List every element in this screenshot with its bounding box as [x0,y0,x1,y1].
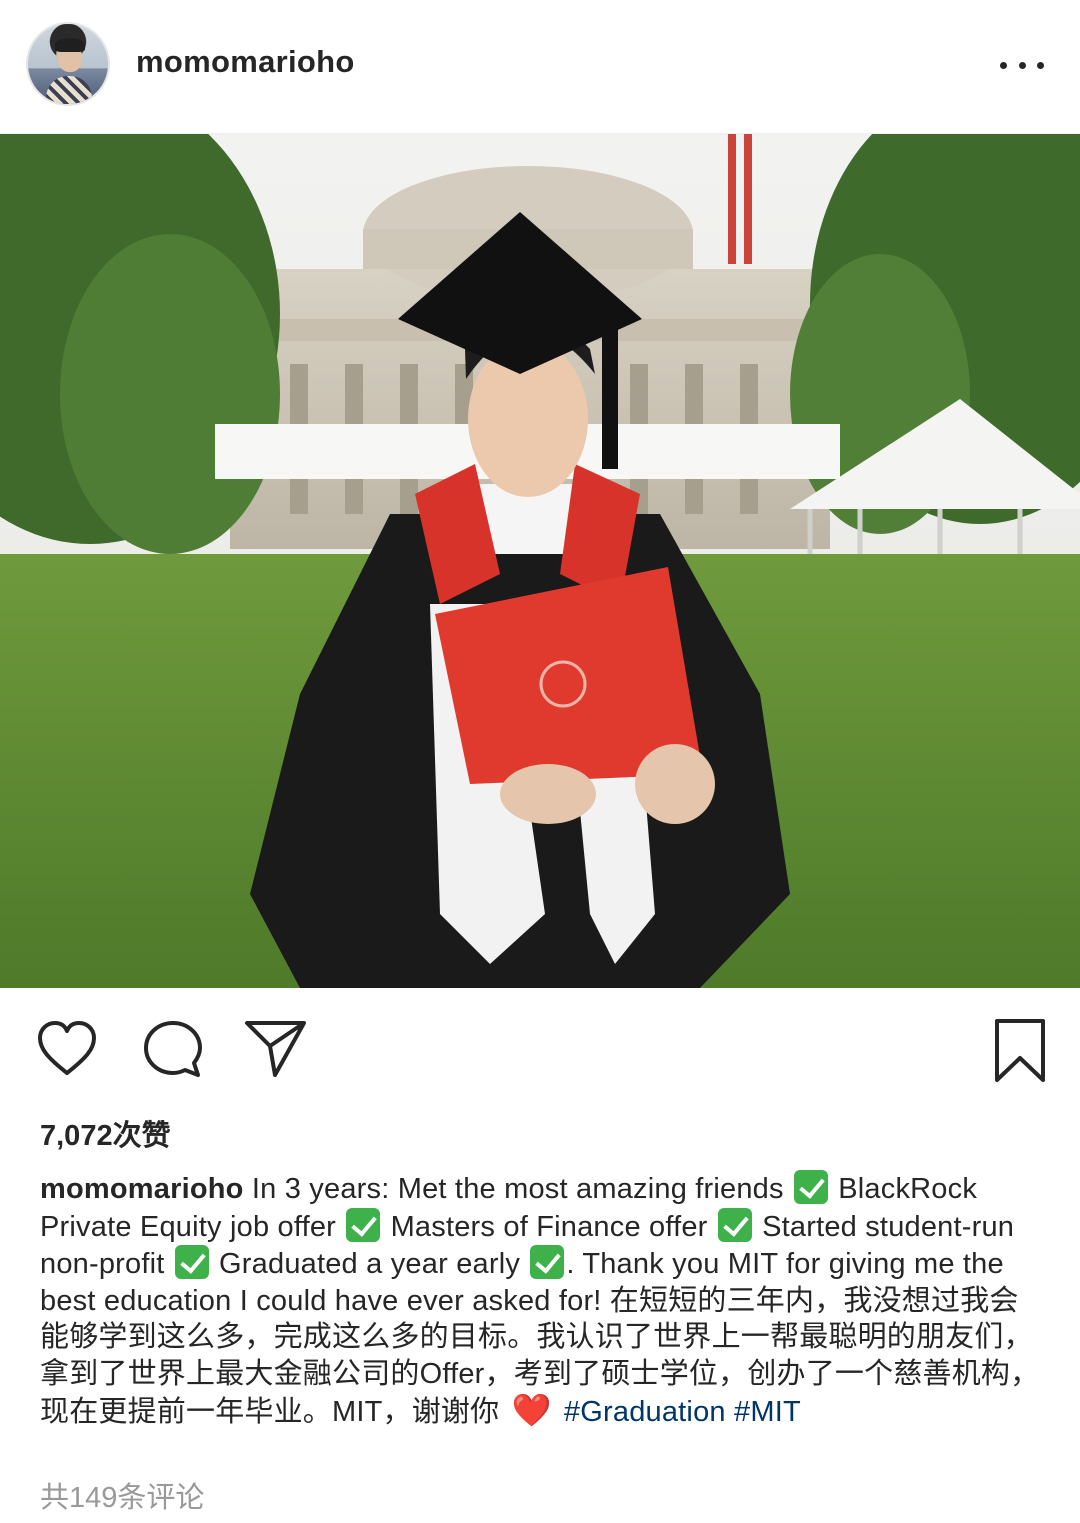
likes-count[interactable]: 7,072次赞 [40,1112,171,1154]
caption-username[interactable]: momomarioho [40,1173,244,1205]
heart-emoji-icon: ❤️ [511,1392,552,1428]
view-comments-link[interactable]: 共149条评论 [40,1474,204,1516]
post-actions [0,990,1080,1100]
post-header: momomarioho [0,0,1080,134]
instagram-post: momomarioho 7,072次赞 momomarioho In 3 yea… [0,0,1080,1523]
bookmark-outline-icon[interactable] [992,1018,1048,1089]
hashtag-link[interactable]: #MIT [734,1396,801,1428]
caption-text: Graduated a year early [219,1248,521,1280]
heart-outline-icon[interactable] [36,1018,98,1085]
more-horizontal-icon[interactable] [1000,58,1044,72]
check-mark-icon [174,1245,209,1279]
post-photo[interactable] [0,134,1080,988]
comment-bubble-icon[interactable] [142,1018,204,1085]
check-mark-icon [717,1207,752,1242]
post-caption: momomarioho In 3 years: Met the most ama… [40,1170,1040,1431]
paper-plane-icon[interactable] [244,1018,308,1085]
check-mark-icon [530,1245,565,1279]
caption-text: In 3 years: Met the most amazing friends [251,1173,784,1205]
post-username[interactable]: momomarioho [136,44,355,80]
check-mark-icon [793,1170,828,1204]
check-mark-icon [346,1207,381,1242]
caption-text: Masters of Finance offer [390,1210,708,1243]
avatar[interactable] [26,22,110,106]
hashtag-link[interactable]: #Graduation [564,1396,726,1428]
